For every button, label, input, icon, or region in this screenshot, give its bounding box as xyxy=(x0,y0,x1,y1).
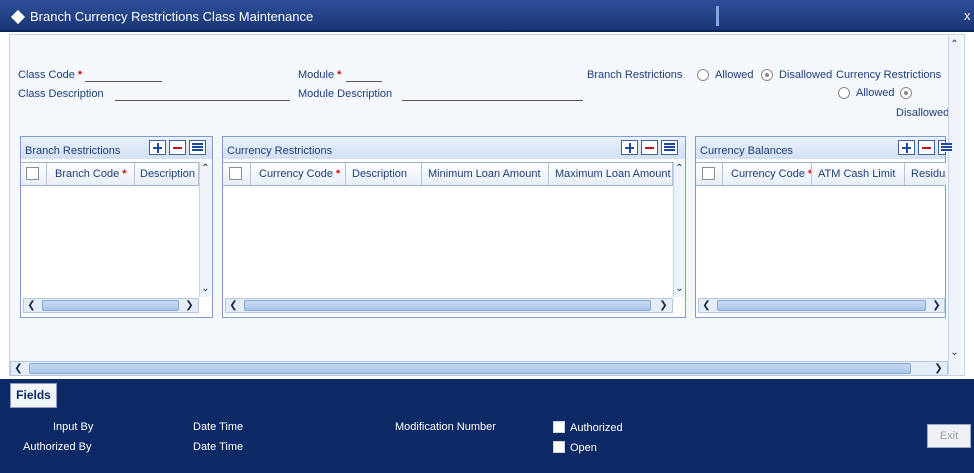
branch-select-all-cell[interactable] xyxy=(21,163,47,185)
balances-scroll-right-icon[interactable]: ❯ xyxy=(929,299,944,312)
open-label: Open xyxy=(570,442,597,454)
currency-add-row-button[interactable] xyxy=(621,140,638,155)
currency-disallowed-label: Disallowed xyxy=(896,107,950,119)
balances-delete-row-button[interactable] xyxy=(918,140,935,155)
authorized-by-label: Authorized By xyxy=(23,441,92,453)
balances-single-view-button[interactable] xyxy=(938,140,952,155)
branch-grid-column-header: Branch Code * Description xyxy=(21,162,199,186)
module-description-input[interactable] xyxy=(402,100,583,101)
balances-currency-code-column[interactable]: Currency Code * xyxy=(723,163,812,185)
currency-allowed-radio[interactable] xyxy=(838,87,850,99)
title-separator xyxy=(716,6,719,26)
branch-add-row-button[interactable] xyxy=(149,140,166,155)
branch-restrictions-grid: Branch Restrictions Branch Code * Descri… xyxy=(20,136,213,318)
balances-select-all-checkbox[interactable] xyxy=(702,167,715,180)
scroll-up-icon[interactable]: ⌃ xyxy=(947,38,962,51)
main-scroll-left-icon[interactable]: ❮ xyxy=(11,362,26,375)
currency-code-column[interactable]: Currency Code * xyxy=(251,163,346,185)
branch-grid-header: Branch Restrictions xyxy=(21,137,212,159)
currency-scroll-down-icon[interactable]: ⌄ xyxy=(672,282,687,295)
branch-disallowed-radio[interactable] xyxy=(761,69,773,81)
branch-hscroll-thumb[interactable] xyxy=(42,300,179,311)
footer-panel: Fields Input By Authorized By Date Time … xyxy=(0,379,974,473)
input-date-time-label: Date Time xyxy=(193,421,244,433)
residual-column[interactable]: Residual xyxy=(905,163,946,185)
exit-button[interactable]: Exit xyxy=(927,424,971,448)
currency-restrictions-grid: Currency Restrictions Currency Code * De… xyxy=(222,136,686,318)
branch-grid-vscroll[interactable]: ⌃ ⌄ xyxy=(199,162,211,297)
currency-grid-column-header: Currency Code * Description Minimum Loan… xyxy=(223,162,673,186)
main-vertical-scrollbar[interactable]: ⌃ ⌄ xyxy=(948,36,960,374)
currency-balances-grid: Currency Balances Currency Code * ATM Ca… xyxy=(695,136,952,318)
main-scroll-right-icon[interactable]: ❯ xyxy=(931,362,946,375)
window-diamond-icon xyxy=(10,9,26,25)
branch-allowed-radio[interactable] xyxy=(697,69,709,81)
currency-select-all-checkbox[interactable] xyxy=(229,167,242,180)
currency-scroll-left-icon[interactable]: ❮ xyxy=(226,299,241,312)
close-icon[interactable]: x xyxy=(964,8,971,23)
currency-disallowed-radio[interactable] xyxy=(900,87,912,99)
balances-grid-hscroll[interactable]: ❮ ❯ xyxy=(698,298,945,313)
fields-button[interactable]: Fields xyxy=(10,383,57,408)
authorized-checkbox[interactable] xyxy=(553,421,565,433)
branch-grid-hscroll[interactable]: ❮ ❯ xyxy=(23,298,199,313)
currency-allowed-label: Allowed xyxy=(856,87,895,99)
branch-scroll-right-icon[interactable]: ❯ xyxy=(182,299,197,312)
branch-single-view-button[interactable] xyxy=(189,140,206,155)
currency-select-all-cell[interactable] xyxy=(223,163,251,185)
currency-scroll-right-icon[interactable]: ❯ xyxy=(656,299,671,312)
balances-grid-header: Currency Balances xyxy=(696,137,952,159)
currency-grid-hscroll[interactable]: ❮ ❯ xyxy=(225,298,673,313)
balances-grid-column-header: Currency Code * ATM Cash Limit Residual xyxy=(696,162,946,186)
balances-hscroll-thumb[interactable] xyxy=(717,300,926,311)
currency-restrictions-label: Currency Restrictions xyxy=(836,69,942,81)
branch-restrictions-label: Branch Restrictions xyxy=(587,69,683,81)
branch-delete-row-button[interactable] xyxy=(169,140,186,155)
branch-description-column[interactable]: Description xyxy=(135,163,199,185)
currency-hscroll-thumb[interactable] xyxy=(244,300,651,311)
branch-allowed-label: Allowed xyxy=(715,69,754,81)
currency-description-column[interactable]: Description xyxy=(346,163,422,185)
module-label: Module * xyxy=(298,69,342,81)
currency-delete-row-button[interactable] xyxy=(641,140,658,155)
branch-scroll-down-icon[interactable]: ⌄ xyxy=(198,282,213,295)
branch-disallowed-label: Disallowed xyxy=(779,69,833,81)
branch-code-column[interactable]: Branch Code * xyxy=(47,163,135,185)
main-content: Class Code * Class Description Module * … xyxy=(9,34,965,376)
open-checkbox[interactable] xyxy=(553,441,565,453)
minimum-loan-amount-column[interactable]: Minimum Loan Amount xyxy=(422,163,549,185)
branch-grid-title: Branch Restrictions xyxy=(25,145,121,157)
authorized-date-time-label: Date Time xyxy=(193,441,244,453)
main-horizontal-scrollbar[interactable]: ❮ ❯ xyxy=(10,361,948,376)
scroll-down-icon[interactable]: ⌄ xyxy=(947,346,962,359)
class-code-label: Class Code * xyxy=(18,69,83,81)
window-title-bar: Branch Currency Restrictions Class Maint… xyxy=(0,0,974,32)
currency-grid-header: Currency Restrictions xyxy=(223,137,685,159)
class-description-input[interactable] xyxy=(115,100,290,101)
currency-scroll-up-icon[interactable]: ⌃ xyxy=(672,162,687,175)
main-hscroll-thumb[interactable] xyxy=(29,363,911,374)
balances-scroll-left-icon[interactable]: ❮ xyxy=(699,299,714,312)
currency-single-view-button[interactable] xyxy=(661,140,678,155)
authorized-label: Authorized xyxy=(570,422,623,434)
branch-select-all-checkbox[interactable] xyxy=(26,167,39,180)
window-title: Branch Currency Restrictions Class Maint… xyxy=(30,9,314,24)
class-description-label: Class Description xyxy=(18,88,104,100)
maximum-loan-amount-column[interactable]: Maximum Loan Amount xyxy=(549,163,673,185)
balances-add-row-button[interactable] xyxy=(898,140,915,155)
branch-scroll-up-icon[interactable]: ⌃ xyxy=(198,162,213,175)
class-code-input[interactable] xyxy=(85,81,162,82)
module-description-label: Module Description xyxy=(298,88,393,100)
currency-grid-title: Currency Restrictions xyxy=(227,145,333,157)
input-by-label: Input By xyxy=(53,421,94,433)
currency-grid-vscroll[interactable]: ⌃ ⌄ xyxy=(673,162,685,297)
branch-scroll-left-icon[interactable]: ❮ xyxy=(24,299,39,312)
modification-number-label: Modification Number xyxy=(395,421,496,433)
module-input[interactable] xyxy=(346,81,382,82)
atm-cash-limit-column[interactable]: ATM Cash Limit xyxy=(812,163,905,185)
balances-select-all-cell[interactable] xyxy=(696,163,723,185)
balances-grid-title: Currency Balances xyxy=(700,145,793,157)
